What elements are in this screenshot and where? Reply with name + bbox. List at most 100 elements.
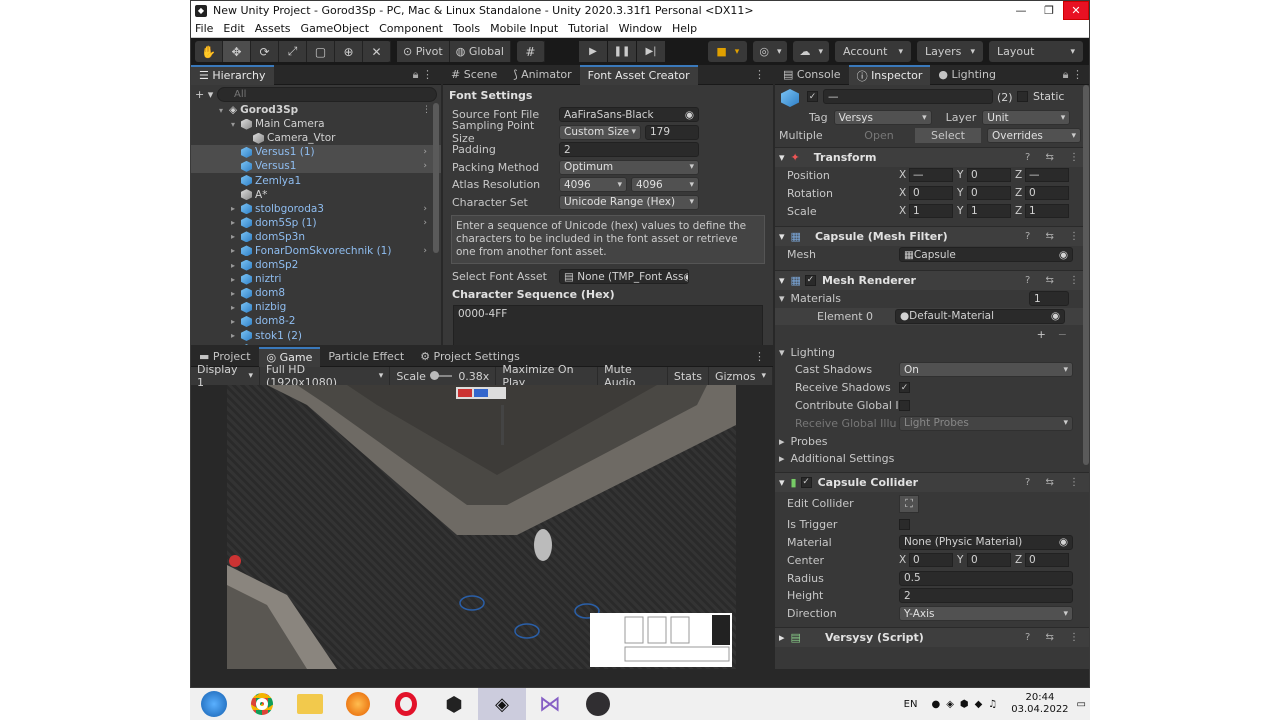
- contribute-gi-checkbox[interactable]: [899, 399, 910, 411]
- menu-assets[interactable]: Assets: [255, 22, 291, 35]
- prefab-chevron-icon[interactable]: ›: [423, 161, 427, 171]
- hierarchy-item[interactable]: ▸ dom8: [191, 286, 441, 300]
- cloud-icon[interactable]: ☁: [793, 41, 829, 62]
- hierarchy-item[interactable]: ▾ Main Camera: [191, 117, 441, 131]
- prefab-chevron-icon[interactable]: ›: [423, 246, 427, 256]
- character-sequence-input[interactable]: 0000-4FF: [453, 304, 763, 345]
- padding-input[interactable]: 2: [559, 142, 699, 158]
- hierarchy-item[interactable]: ▸ FonarDomSkvorechnik (1) ›: [191, 244, 441, 258]
- charset-dropdown[interactable]: Unicode Range (Hex): [559, 194, 699, 210]
- is-trigger-checkbox[interactable]: [899, 519, 910, 531]
- hierarchy-item[interactable]: ▸ niztri: [191, 272, 441, 286]
- hierarchy-item[interactable]: Zemlya1: [191, 173, 441, 187]
- play-button[interactable]: ▶: [579, 41, 607, 62]
- atlas-width-dropdown[interactable]: 4096: [559, 177, 627, 193]
- menu-window[interactable]: Window: [619, 22, 662, 35]
- rotate-tool-icon[interactable]: ⟳: [251, 41, 279, 62]
- source-font-field[interactable]: AaFiraSans-Black ◉: [559, 107, 699, 123]
- position-x-input[interactable]: —: [909, 168, 953, 183]
- tab-font-asset-creator[interactable]: Font Asset Creator: [579, 65, 698, 85]
- tab-hierarchy[interactable]: ☰ Hierarchy: [191, 65, 274, 85]
- foldout-arrow-icon[interactable]: ▸: [231, 246, 241, 255]
- collab-icon[interactable]: ◎: [753, 41, 788, 62]
- component-tools-icon[interactable]: ? ⇆ ⋮: [1025, 152, 1085, 163]
- edit-collider-icon[interactable]: ⛶: [899, 494, 919, 513]
- material-picker-icon[interactable]: ◉: [1051, 310, 1060, 322]
- mute-audio-toggle[interactable]: Mute Audio: [598, 363, 668, 389]
- hierarchy-item[interactable]: Versus1 (1) ›: [191, 145, 441, 160]
- scene-menu-icon[interactable]: ⋮: [422, 105, 431, 115]
- inspector-scrollbar[interactable]: [1083, 85, 1089, 465]
- scene-row[interactable]: ▾ ◈ Gorod3Sp ⋮: [191, 103, 441, 117]
- transform-header[interactable]: ▾ ✦ Transform? ⇆ ⋮: [775, 146, 1089, 167]
- tag-dropdown[interactable]: Versys: [833, 110, 932, 126]
- object-picker-icon[interactable]: ◉: [685, 109, 694, 121]
- step-button[interactable]: ▶|: [637, 41, 665, 62]
- add-object-button[interactable]: + ▾: [195, 88, 217, 101]
- foldout-arrow-icon[interactable]: ▸: [231, 204, 241, 213]
- hierarchy-item[interactable]: ▸dom3: [191, 343, 441, 345]
- remove-element-button[interactable]: −: [1058, 328, 1067, 341]
- static-checkbox[interactable]: [1017, 91, 1028, 102]
- stats-toggle[interactable]: Stats: [668, 367, 709, 385]
- hierarchy-item[interactable]: ▸ stolbgoroda3 ›: [191, 202, 441, 216]
- resolution-dropdown[interactable]: Full HD (1920x1080): [260, 363, 391, 389]
- clock[interactable]: 20:44 03.04.2022: [1011, 692, 1068, 716]
- radius-input[interactable]: 0.5: [899, 570, 1073, 586]
- hand-tool-icon[interactable]: ✋: [195, 41, 223, 62]
- select-font-field[interactable]: ▤ None (TMP_Font Ass◉: [559, 269, 689, 285]
- tab-animator[interactable]: ⟆ Animator: [505, 65, 579, 85]
- menu-help[interactable]: Help: [672, 22, 697, 35]
- layers-dropdown[interactable]: Layers: [917, 41, 983, 62]
- physic-material-picker-icon[interactable]: ◉: [1059, 536, 1068, 548]
- gizmos-dropdown[interactable]: Gizmos: [709, 367, 773, 385]
- scale-y-input[interactable]: 1: [967, 204, 1011, 219]
- position-z-input[interactable]: —: [1025, 168, 1069, 183]
- start-button[interactable]: [190, 688, 238, 720]
- layout-dropdown[interactable]: Layout: [989, 41, 1083, 62]
- prefab-chevron-icon[interactable]: ›: [423, 218, 427, 228]
- foldout-arrow-icon[interactable]: ▸: [231, 331, 241, 340]
- scale-x-input[interactable]: 1: [909, 204, 953, 219]
- lighting-foldout[interactable]: ▾ Lighting: [775, 343, 1089, 361]
- hierarchy-item[interactable]: ▸ domSp3n: [191, 230, 441, 244]
- transform-tool-icon[interactable]: ⊕: [335, 41, 363, 62]
- hierarchy-item[interactable]: ▸ domSp2: [191, 258, 441, 272]
- mesh-renderer-enabled-checkbox[interactable]: ✓: [804, 274, 816, 286]
- overrides-dropdown[interactable]: Overrides: [987, 128, 1081, 144]
- global-toggle[interactable]: ◍ Global: [449, 41, 511, 62]
- prefab-chevron-icon[interactable]: ›: [423, 147, 427, 157]
- menu-tutorial[interactable]: Tutorial: [568, 22, 608, 35]
- script-tools-icon[interactable]: ? ⇆ ⋮: [1025, 632, 1085, 643]
- move-tool-icon[interactable]: ✥: [223, 41, 251, 62]
- scale-tool-icon[interactable]: ⤢: [279, 41, 307, 62]
- rotation-z-input[interactable]: 0: [1025, 186, 1069, 201]
- materials-row[interactable]: ▾ Materials 1: [775, 290, 1089, 308]
- additional-settings-foldout[interactable]: ▸ Additional Settings: [775, 450, 1089, 468]
- inspector-lock-icon[interactable]: 🔒︎ ⋮: [1063, 68, 1083, 82]
- menu-file[interactable]: File: [195, 22, 213, 35]
- account-dropdown[interactable]: Account: [835, 41, 911, 62]
- capsule-collider-header[interactable]: ▾ ▮ ✓ Capsule Collider? ⇆ ⋮: [775, 471, 1089, 492]
- select-picker-icon[interactable]: ◉: [683, 271, 688, 283]
- foldout-arrow-icon[interactable]: ▸: [231, 317, 241, 326]
- script-header[interactable]: ▸ ▤ Versysy (Script)? ⇆ ⋮: [775, 626, 1089, 647]
- position-y-input[interactable]: 0: [967, 168, 1011, 183]
- scale-slider[interactable]: Scale 0.38x: [390, 367, 497, 385]
- grid-snap-icon[interactable]: #: [517, 41, 545, 62]
- height-input[interactable]: 2: [899, 588, 1073, 604]
- chrome-icon[interactable]: [238, 688, 286, 720]
- material-field[interactable]: ●Default-Material ◉: [895, 308, 1065, 324]
- panel-menu-icon[interactable]: ⋮: [754, 68, 765, 81]
- active-checkbox[interactable]: ✓: [807, 91, 818, 102]
- probes-foldout[interactable]: ▸ Probes: [775, 432, 1089, 450]
- obs-icon[interactable]: [574, 688, 622, 720]
- display-dropdown[interactable]: Display 1: [191, 363, 260, 389]
- rotation-y-input[interactable]: 0: [967, 186, 1011, 201]
- minimize-button[interactable]: —: [1007, 1, 1035, 20]
- unity-hub-icon[interactable]: ⬢: [430, 688, 478, 720]
- tray-icons[interactable]: ●◈⬢◆♫: [931, 699, 1003, 710]
- rotation-x-input[interactable]: 0: [909, 186, 953, 201]
- mesh-picker-icon[interactable]: ◉: [1059, 249, 1068, 261]
- game-menu-icon[interactable]: ⋮: [754, 350, 765, 363]
